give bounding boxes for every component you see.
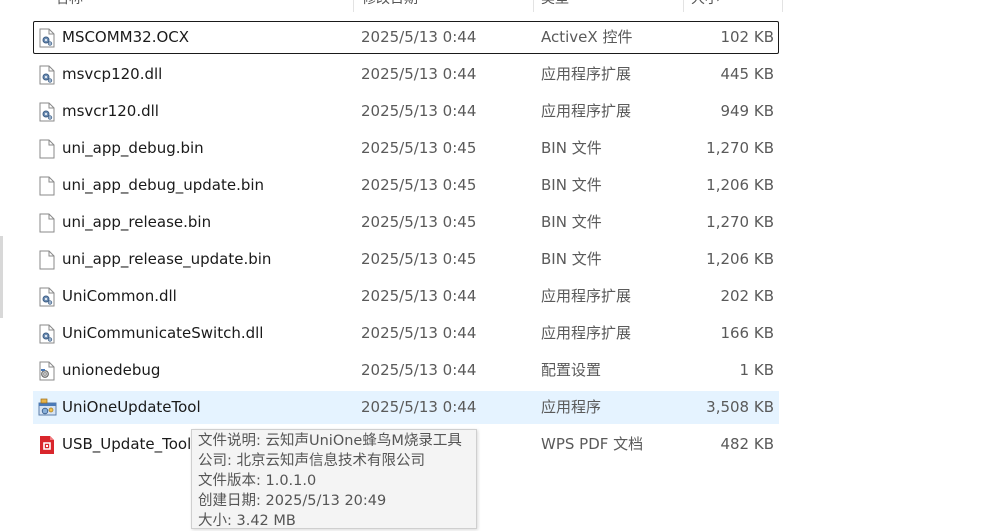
file-size: 482 KB — [720, 435, 774, 453]
file-type: BIN 文件 — [541, 250, 602, 268]
file-row-uni-app-debug-update[interactable]: uni_app_debug_update.bin 2025/5/13 0:45 … — [33, 169, 779, 202]
tooltip-size: 大小: 3.42 MB — [198, 513, 296, 529]
file-date: 2025/5/13 0:45 — [361, 250, 477, 268]
column-header-name[interactable]: 名称 — [55, 0, 83, 10]
file-size: 1 KB — [739, 361, 774, 379]
file-row-unicommon[interactable]: UniCommon.dll 2025/5/13 0:44 应用程序扩展 202 … — [33, 280, 779, 313]
gear-file-icon — [38, 287, 56, 307]
file-date: 2025/5/13 0:44 — [361, 361, 477, 379]
gear-file-icon — [38, 65, 56, 85]
blank-file-icon — [38, 213, 56, 233]
blank-file-icon — [38, 250, 56, 270]
file-size: 1,206 KB — [706, 250, 774, 268]
file-name: uni_app_debug_update.bin — [62, 176, 265, 194]
gear-file-icon — [38, 28, 56, 48]
file-size: 445 KB — [720, 65, 774, 83]
file-info-tooltip: 文件说明: 云知声UniOne蜂鸟M烧录工具 公司: 北京云知声信息技术有限公司… — [191, 429, 477, 529]
file-size: 166 KB — [720, 324, 774, 342]
column-header-date[interactable]: 修改日期 — [362, 0, 418, 10]
gear-file-icon — [38, 102, 56, 122]
file-type: 应用程序 — [541, 398, 602, 416]
column-divider[interactable] — [782, 0, 783, 12]
file-name: USB_Update_Tool — [62, 435, 192, 453]
file-name: msvcr120.dll — [62, 102, 159, 120]
file-name: uni_app_release_update.bin — [62, 250, 272, 268]
column-header-size[interactable]: 大小 — [691, 0, 719, 10]
file-name: MSCOMM32.OCX — [62, 28, 190, 46]
column-divider[interactable] — [683, 0, 684, 12]
file-name: UniCommunicateSwitch.dll — [62, 324, 264, 342]
file-row-unicommunicateswitch[interactable]: UniCommunicateSwitch.dll 2025/5/13 0:44 … — [33, 317, 779, 350]
tooltip-description: 文件说明: 云知声UniOne蜂鸟M烧录工具 — [198, 433, 462, 449]
file-type: 配置设置 — [541, 361, 602, 379]
file-date: 2025/5/13 0:45 — [361, 139, 477, 157]
tooltip-company: 公司: 北京云知声信息技术有限公司 — [198, 453, 425, 469]
file-type: ActiveX 控件 — [541, 28, 633, 46]
file-row-unioneupdatetool[interactable]: UniOneUpdateTool 2025/5/13 0:44 应用程序 3,5… — [33, 391, 779, 424]
file-date: 2025/5/13 0:44 — [361, 28, 477, 46]
file-date: 2025/5/13 0:45 — [361, 176, 477, 194]
column-header-type[interactable]: 类型 — [541, 0, 569, 10]
file-size: 1,206 KB — [706, 176, 774, 194]
file-size: 102 KB — [720, 28, 774, 46]
file-list: MSCOMM32.OCX 2025/5/13 0:44 ActiveX 控件 1… — [33, 21, 779, 465]
file-name: UniOneUpdateTool — [62, 398, 201, 416]
file-type: 应用程序扩展 — [541, 102, 632, 120]
file-row-uni-app-debug[interactable]: uni_app_debug.bin 2025/5/13 0:45 BIN 文件 … — [33, 132, 779, 165]
pane-resize-handle[interactable] — [0, 236, 3, 318]
file-type: BIN 文件 — [541, 139, 602, 157]
file-row-mscomm32[interactable]: MSCOMM32.OCX 2025/5/13 0:44 ActiveX 控件 1… — [33, 21, 779, 54]
file-row-uni-app-release[interactable]: uni_app_release.bin 2025/5/13 0:45 BIN 文… — [33, 206, 779, 239]
file-date: 2025/5/13 0:44 — [361, 324, 477, 342]
file-size: 202 KB — [720, 287, 774, 305]
column-divider[interactable] — [353, 0, 354, 12]
file-date: 2025/5/13 0:44 — [361, 398, 477, 416]
file-row-unionedebug[interactable]: unionedebug 2025/5/13 0:44 配置设置 1 KB — [33, 354, 779, 387]
column-divider[interactable] — [533, 0, 534, 12]
file-size: 3,508 KB — [706, 398, 774, 416]
file-date: 2025/5/13 0:45 — [361, 213, 477, 231]
file-type: WPS PDF 文档 — [541, 435, 644, 453]
file-name: unionedebug — [62, 361, 161, 379]
file-type: 应用程序扩展 — [541, 65, 632, 83]
file-size: 1,270 KB — [706, 213, 774, 231]
pdf-file-icon — [38, 435, 56, 455]
tooltip-version: 文件版本: 1.0.1.0 — [198, 473, 317, 489]
file-date: 2025/5/13 0:44 — [361, 287, 477, 305]
file-date: 2025/5/13 0:44 — [361, 65, 477, 83]
file-type: 应用程序扩展 — [541, 287, 632, 305]
file-name: uni_app_debug.bin — [62, 139, 204, 157]
tooltip-created: 创建日期: 2025/5/13 20:49 — [198, 493, 387, 509]
file-type: BIN 文件 — [541, 213, 602, 231]
file-row-msvcp120[interactable]: msvcp120.dll 2025/5/13 0:44 应用程序扩展 445 K… — [33, 58, 779, 91]
file-size: 1,270 KB — [706, 139, 774, 157]
gear-file-icon — [38, 324, 56, 344]
app-exe-icon — [38, 398, 57, 418]
file-name: msvcp120.dll — [62, 65, 163, 83]
file-size: 949 KB — [720, 102, 774, 120]
blank-file-icon — [38, 139, 56, 159]
file-name: uni_app_release.bin — [62, 213, 212, 231]
file-type: BIN 文件 — [541, 176, 602, 194]
file-row-uni-app-release-update[interactable]: uni_app_release_update.bin 2025/5/13 0:4… — [33, 243, 779, 276]
column-header: 名称 修改日期 类型 大小 — [0, 0, 985, 12]
file-type: 应用程序扩展 — [541, 324, 632, 342]
file-date: 2025/5/13 0:44 — [361, 102, 477, 120]
blank-file-icon — [38, 176, 56, 196]
settings-file-icon — [38, 361, 56, 381]
file-name: UniCommon.dll — [62, 287, 177, 305]
file-row-msvcr120[interactable]: msvcr120.dll 2025/5/13 0:44 应用程序扩展 949 K… — [33, 95, 779, 128]
